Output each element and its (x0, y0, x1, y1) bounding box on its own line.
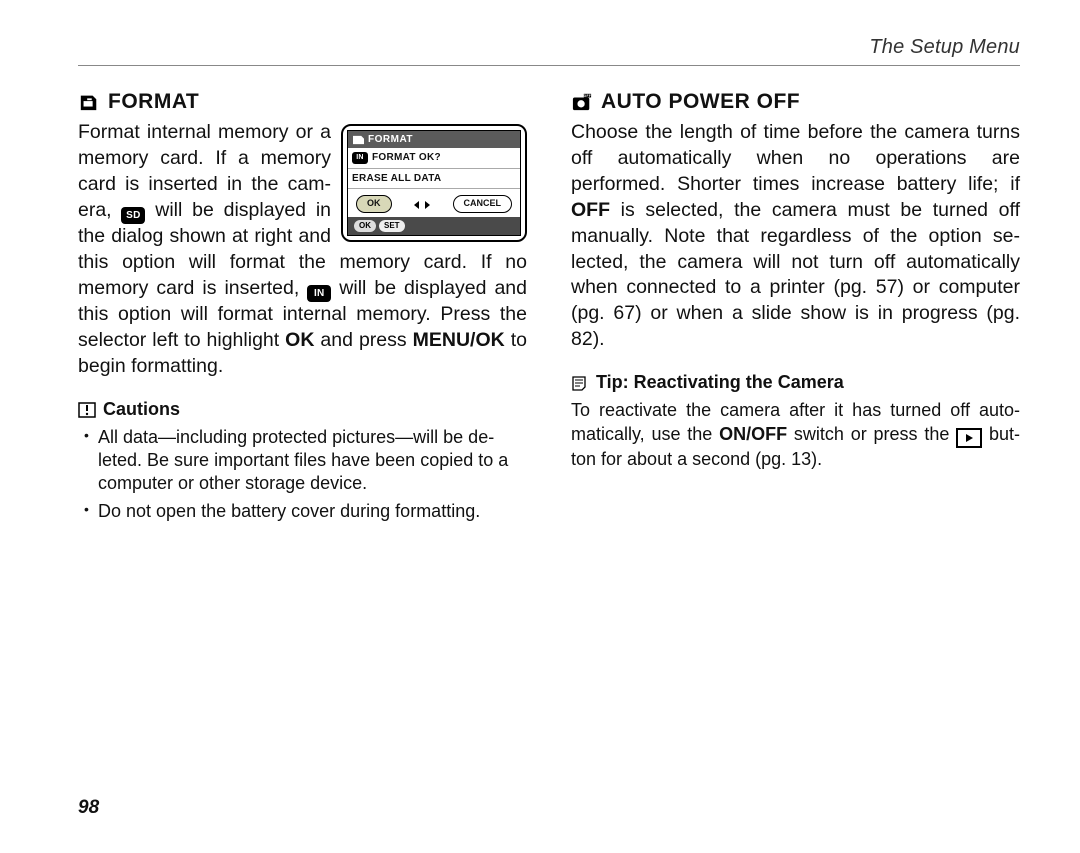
ok-word: OK (285, 329, 314, 351)
cautions-heading: Cautions (78, 398, 527, 422)
tip-part-2: switch or press the (787, 424, 956, 444)
cautions-list: All data—including protected pictures—wi… (78, 426, 527, 524)
dialog-button-row: OK CANCEL (348, 188, 520, 217)
manual-page: The Setup Menu FORMAT (0, 0, 1080, 853)
footer-ok-pill: OK (354, 220, 376, 233)
dialog-frame: FORMAT IN FORMAT OK? ERASE ALL DATA (341, 124, 527, 242)
dialog-ok-button: OK (356, 195, 392, 213)
auto-power-off-body: Choose the length of time before the cam… (571, 120, 1020, 353)
page-number: 98 (78, 797, 99, 819)
right-column: OFF AUTO POWER OFF Choose the length of … (571, 88, 1020, 527)
dialog-line-1: IN FORMAT OK? (348, 148, 520, 167)
menu-ok-word: MENU/OK (413, 329, 505, 351)
tip-note-icon (571, 375, 589, 391)
heading-text: FORMAT (108, 88, 199, 116)
caution-item: Do not open the battery cover during for… (88, 500, 527, 523)
chevron-right-icon (423, 201, 431, 209)
caution-item: All data—including protected pictures—wi… (88, 426, 527, 496)
heading-text: AUTO POWER OFF (601, 88, 800, 116)
dialog-line-1-text: FORMAT OK? (372, 151, 441, 164)
internal-memory-icon: IN (352, 152, 368, 164)
on-off-word: ON/OFF (719, 424, 787, 444)
body-part-4: and press (314, 329, 412, 351)
tip-title: Tip: Reactivating the Camera (596, 371, 844, 395)
svg-text:OFF: OFF (584, 94, 592, 98)
body-part-1: Choose the length of time before the cam… (571, 121, 1020, 195)
caution-icon (78, 402, 96, 418)
format-card-icon (352, 134, 365, 145)
footer-set-pill: SET (379, 220, 405, 233)
dialog-cancel-button: CANCEL (453, 195, 513, 213)
dialog-inner: FORMAT IN FORMAT OK? ERASE ALL DATA (347, 130, 521, 236)
dialog-titlebar: FORMAT (348, 131, 520, 148)
dialog-nav-arrows (409, 195, 435, 213)
running-header: The Setup Menu (78, 36, 1020, 66)
format-heading: FORMAT (78, 88, 527, 116)
off-word: OFF (571, 199, 610, 221)
playback-button-icon (956, 428, 982, 448)
tip-body: To reactivate the camera after it has tu… (571, 399, 1020, 471)
chevron-left-icon (413, 201, 421, 209)
sd-card-icon: SD (121, 207, 145, 224)
dialog-line-2-text: ERASE ALL DATA (352, 172, 441, 185)
dialog-line-2: ERASE ALL DATA (348, 168, 520, 188)
format-dialog-illustration: FORMAT IN FORMAT OK? ERASE ALL DATA (341, 124, 527, 242)
dialog-body: IN FORMAT OK? ERASE ALL DATA OK (348, 148, 520, 217)
dialog-footer: OK SET (348, 217, 520, 236)
auto-power-off-heading: OFF AUTO POWER OFF (571, 88, 1020, 116)
body-part-2: is selected, the camera must be turned o… (571, 199, 1020, 351)
dialog-title: FORMAT (368, 133, 413, 146)
cautions-title: Cautions (103, 398, 180, 422)
auto-power-off-icon: OFF (571, 92, 593, 112)
two-column-layout: FORMAT FORMAT (78, 88, 1020, 527)
internal-memory-icon: IN (307, 285, 331, 302)
format-card-icon (78, 92, 100, 112)
left-column: FORMAT FORMAT (78, 88, 527, 527)
tip-heading: Tip: Reactivating the Camera (571, 371, 1020, 395)
